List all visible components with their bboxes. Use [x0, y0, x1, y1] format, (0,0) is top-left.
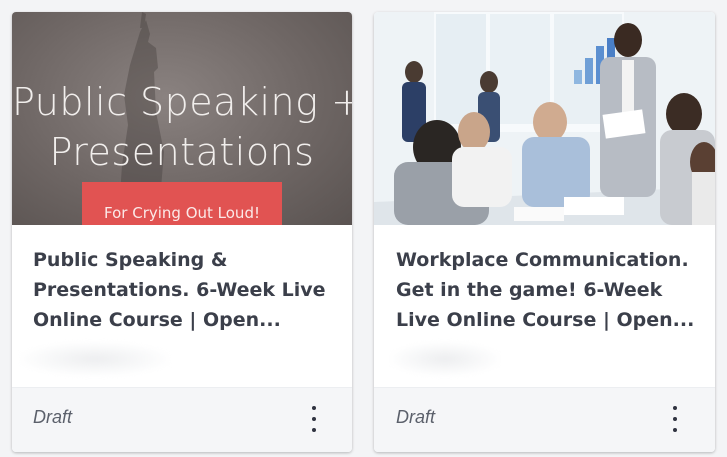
office-meeting-photo	[374, 12, 715, 225]
status-label: Draft	[396, 407, 436, 427]
course-title[interactable]: Public Speaking & Presentations. 6-Week …	[33, 245, 333, 335]
course-card[interactable]: Workplace Communication. Get in the game…	[374, 12, 715, 452]
redacted-subtitle	[20, 342, 170, 376]
thumbnail-heading-line2: Presentations	[49, 130, 315, 174]
thumbnail-heading-line1: Public Speaking +	[12, 80, 352, 124]
course-thumbnail[interactable]	[374, 12, 715, 225]
course-title[interactable]: Workplace Communication. Get in the game…	[396, 245, 696, 335]
redacted-subtitle	[390, 342, 500, 376]
more-vertical-icon[interactable]	[304, 406, 324, 432]
course-thumbnail[interactable]: Public Speaking + Presentations For Cryi…	[12, 12, 352, 225]
more-vertical-icon[interactable]	[665, 406, 685, 432]
thumbnail-ribbon: For Crying Out Loud!	[82, 182, 282, 225]
course-card[interactable]: Public Speaking + Presentations For Cryi…	[12, 12, 352, 452]
card-footer: Draft	[374, 387, 715, 452]
status-label: Draft	[33, 407, 73, 427]
card-footer: Draft	[12, 387, 352, 452]
